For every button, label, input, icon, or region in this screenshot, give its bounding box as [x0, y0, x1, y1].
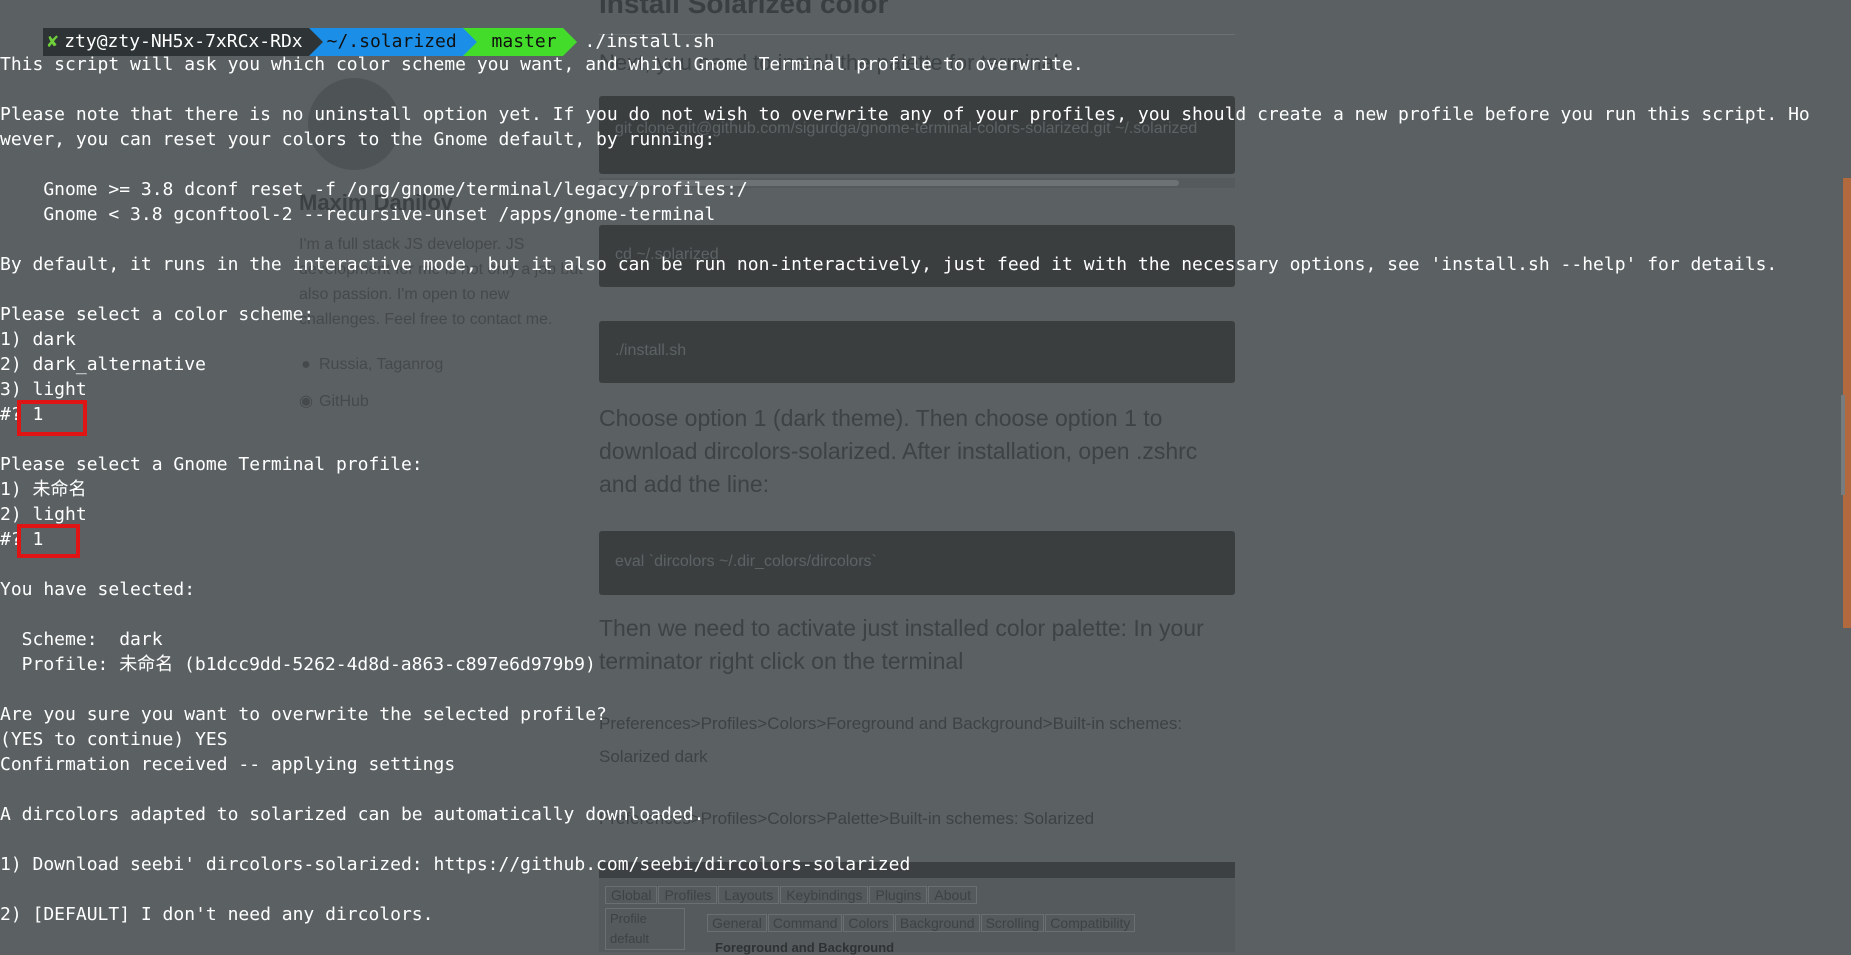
terminal-line: 2) [DEFAULT] I don't need any dircolors.: [0, 904, 434, 925]
terminal-line: Please select a color scheme:: [0, 304, 315, 325]
terminal-line: 1) dark: [0, 329, 76, 350]
shell-prompt: ✘ zty@zty-NH5x-7xRCx-RDx ~/.solarized mast…: [0, 0, 715, 56]
terminal-line: (YES to continue) YES: [0, 729, 228, 750]
terminal-line: 1) 未命名: [0, 479, 87, 500]
terminal-line: 1) Download seebi' dircolors-solarized: …: [0, 854, 911, 875]
highlight-box-scheme-choice: [17, 400, 87, 436]
prompt-user-host: zty@zty-NH5x-7xRCx-RDx: [64, 31, 303, 52]
terminal-line: Please select a Gnome Terminal profile:: [0, 454, 423, 475]
terminal-line: wever, you can reset your colors to the …: [0, 129, 716, 150]
terminal-line: Gnome < 3.8 gconftool-2 --recursive-unse…: [0, 204, 716, 225]
terminal-line: Profile: 未命名 (b1dcc9dd-5262-4d8d-a863-c8…: [0, 654, 596, 675]
terminal-line: By default, it runs in the interactive m…: [0, 254, 1778, 275]
terminal-line: Confirmation received -- applying settin…: [0, 754, 456, 775]
terminal-line: 3) light: [0, 379, 87, 400]
highlight-box-profile-choice: [17, 524, 80, 558]
terminal-line: You have selected:: [0, 579, 196, 600]
terminal-line: This script will ask you which color sch…: [0, 54, 1084, 75]
terminal-line: Scheme: dark: [0, 629, 163, 650]
prompt-branch: master: [491, 31, 557, 52]
prompt-command: ./install.sh: [584, 31, 715, 52]
error-status-icon: ✘: [47, 31, 59, 52]
terminal-line: 2) dark_alternative: [0, 354, 206, 375]
terminal-line: Are you sure you want to overwrite the s…: [0, 704, 607, 725]
terminal-line: Gnome >= 3.8 dconf reset -f /org/gnome/t…: [0, 179, 748, 200]
terminal-window[interactable]: ✘ zty@zty-NH5x-7xRCx-RDx ~/.solarized mast…: [0, 0, 1851, 952]
terminal-line: Please note that there is no uninstall o…: [0, 104, 1810, 125]
terminal-line: A dircolors adapted to solarized can be …: [0, 804, 705, 825]
